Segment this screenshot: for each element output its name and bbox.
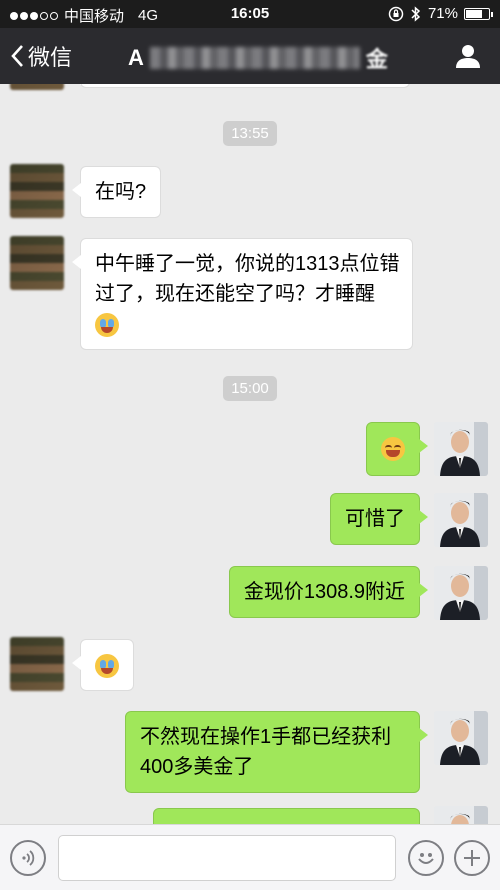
chat-title-start: A [128,45,144,70]
person-icon[interactable] [454,42,482,75]
voice-button[interactable] [10,840,46,876]
message-text: 不然现在操作1手都已经获利400多美金了 [140,726,392,778]
message-text: 在吗? [95,181,147,203]
message-bubble[interactable] [72,639,134,691]
timestamp: 13:55 [0,121,500,146]
message-text: 可惜了 [345,508,405,530]
voice-icon [22,850,35,866]
plus-button[interactable] [454,840,490,876]
back-label: 微信 [28,45,73,70]
message-text: 金现价1308.9附近 [243,581,405,603]
message-input[interactable] [58,835,396,881]
peer-avatar[interactable] [10,637,64,691]
plus-icon [464,850,480,866]
bluetooth-icon [411,5,421,22]
back-button[interactable]: 微信 [10,40,72,72]
timestamp: 15:00 [0,376,500,401]
battery-percent: 71% [427,5,458,22]
chat-title-end: 金 [365,47,388,72]
emoji-button[interactable] [408,840,444,876]
message-bubble-clipped [72,84,410,88]
self-avatar[interactable] [434,493,488,547]
peer-avatar[interactable] [10,164,64,218]
emoji-icon [418,853,434,864]
message-bubble-self[interactable]: 金现价1308.9附近 [228,566,429,618]
status-bar: 中国移动 4G 16:05 71% [0,0,500,28]
nav-bar: 微信 A 金 [0,28,500,84]
peer-avatar[interactable] [10,236,64,290]
battery-icon [464,7,493,20]
chat-title: A 金 [128,42,388,74]
crying-emoji-icon [95,312,119,337]
blurred-name [149,47,360,69]
message-bubble-self[interactable]: 可惜了 [330,493,428,545]
self-avatar[interactable] [434,711,488,765]
self-avatar[interactable] [434,566,488,620]
message-bubble[interactable]: 在吗? [71,166,162,218]
self-avatar[interactable] [434,806,488,824]
peer-avatar[interactable] [10,84,64,90]
message-text: 中午睡了一觉，你说的1313点位错过了，现在还能空了吗？才睡醒 [95,253,400,305]
laughing-emoji-icon [381,436,405,461]
self-avatar[interactable] [434,422,488,476]
chat-area[interactable]: 13:55 在吗? 中午睡了一觉，你说的1313点位错过了，现在还能空了吗？才睡… [0,84,500,824]
rotation-lock-icon [388,6,404,21]
message-bubble-self[interactable]: 不然现在操作1手都已经获利400多美金了 [125,711,428,793]
message-bubble-self[interactable] [366,422,428,476]
message-bubble[interactable]: 中午睡了一觉，你说的1313点位错过了，现在还能空了吗？才睡醒 [72,238,413,350]
input-bar [0,824,500,890]
chevron-left-icon [11,45,23,67]
message-bubble-self-clipped[interactable] [153,808,420,824]
crying-emoji-icon [95,653,119,678]
